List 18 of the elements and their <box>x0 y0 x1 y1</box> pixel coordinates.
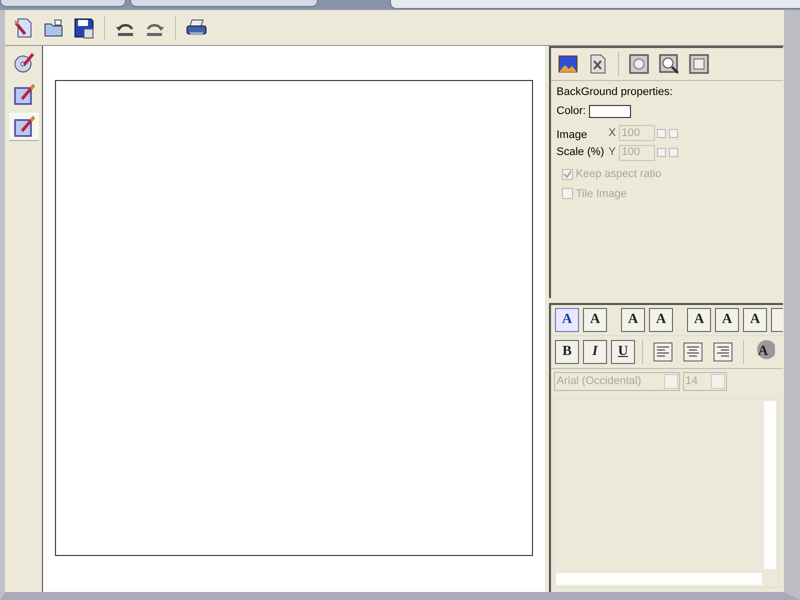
image-label: Image <box>556 128 588 143</box>
layer-text-button[interactable]: A <box>715 308 739 332</box>
add-text-button[interactable]: A <box>555 308 579 332</box>
panel-title: BackGround properties: <box>556 84 674 100</box>
rotate-text-button[interactable]: A <box>649 308 673 332</box>
rotate-text-button[interactable]: A <box>621 308 645 332</box>
layer-text-button[interactable]: A <box>687 308 711 332</box>
underline-button[interactable]: U <box>611 340 635 364</box>
layer-text-button[interactable]: A <box>743 308 767 332</box>
axis-label: Y <box>608 145 616 160</box>
delete-text-button[interactable]: A <box>583 308 607 332</box>
italic-button[interactable]: I <box>583 340 607 364</box>
color-label: Color: <box>556 104 586 119</box>
bold-button[interactable]: B <box>555 340 579 364</box>
scale-label: Scale (%) <box>556 144 606 160</box>
axis-label: X <box>608 126 616 141</box>
checkbox-label: Keep aspect ratio <box>576 167 662 182</box>
checkbox-label: Tile Image <box>576 186 627 202</box>
